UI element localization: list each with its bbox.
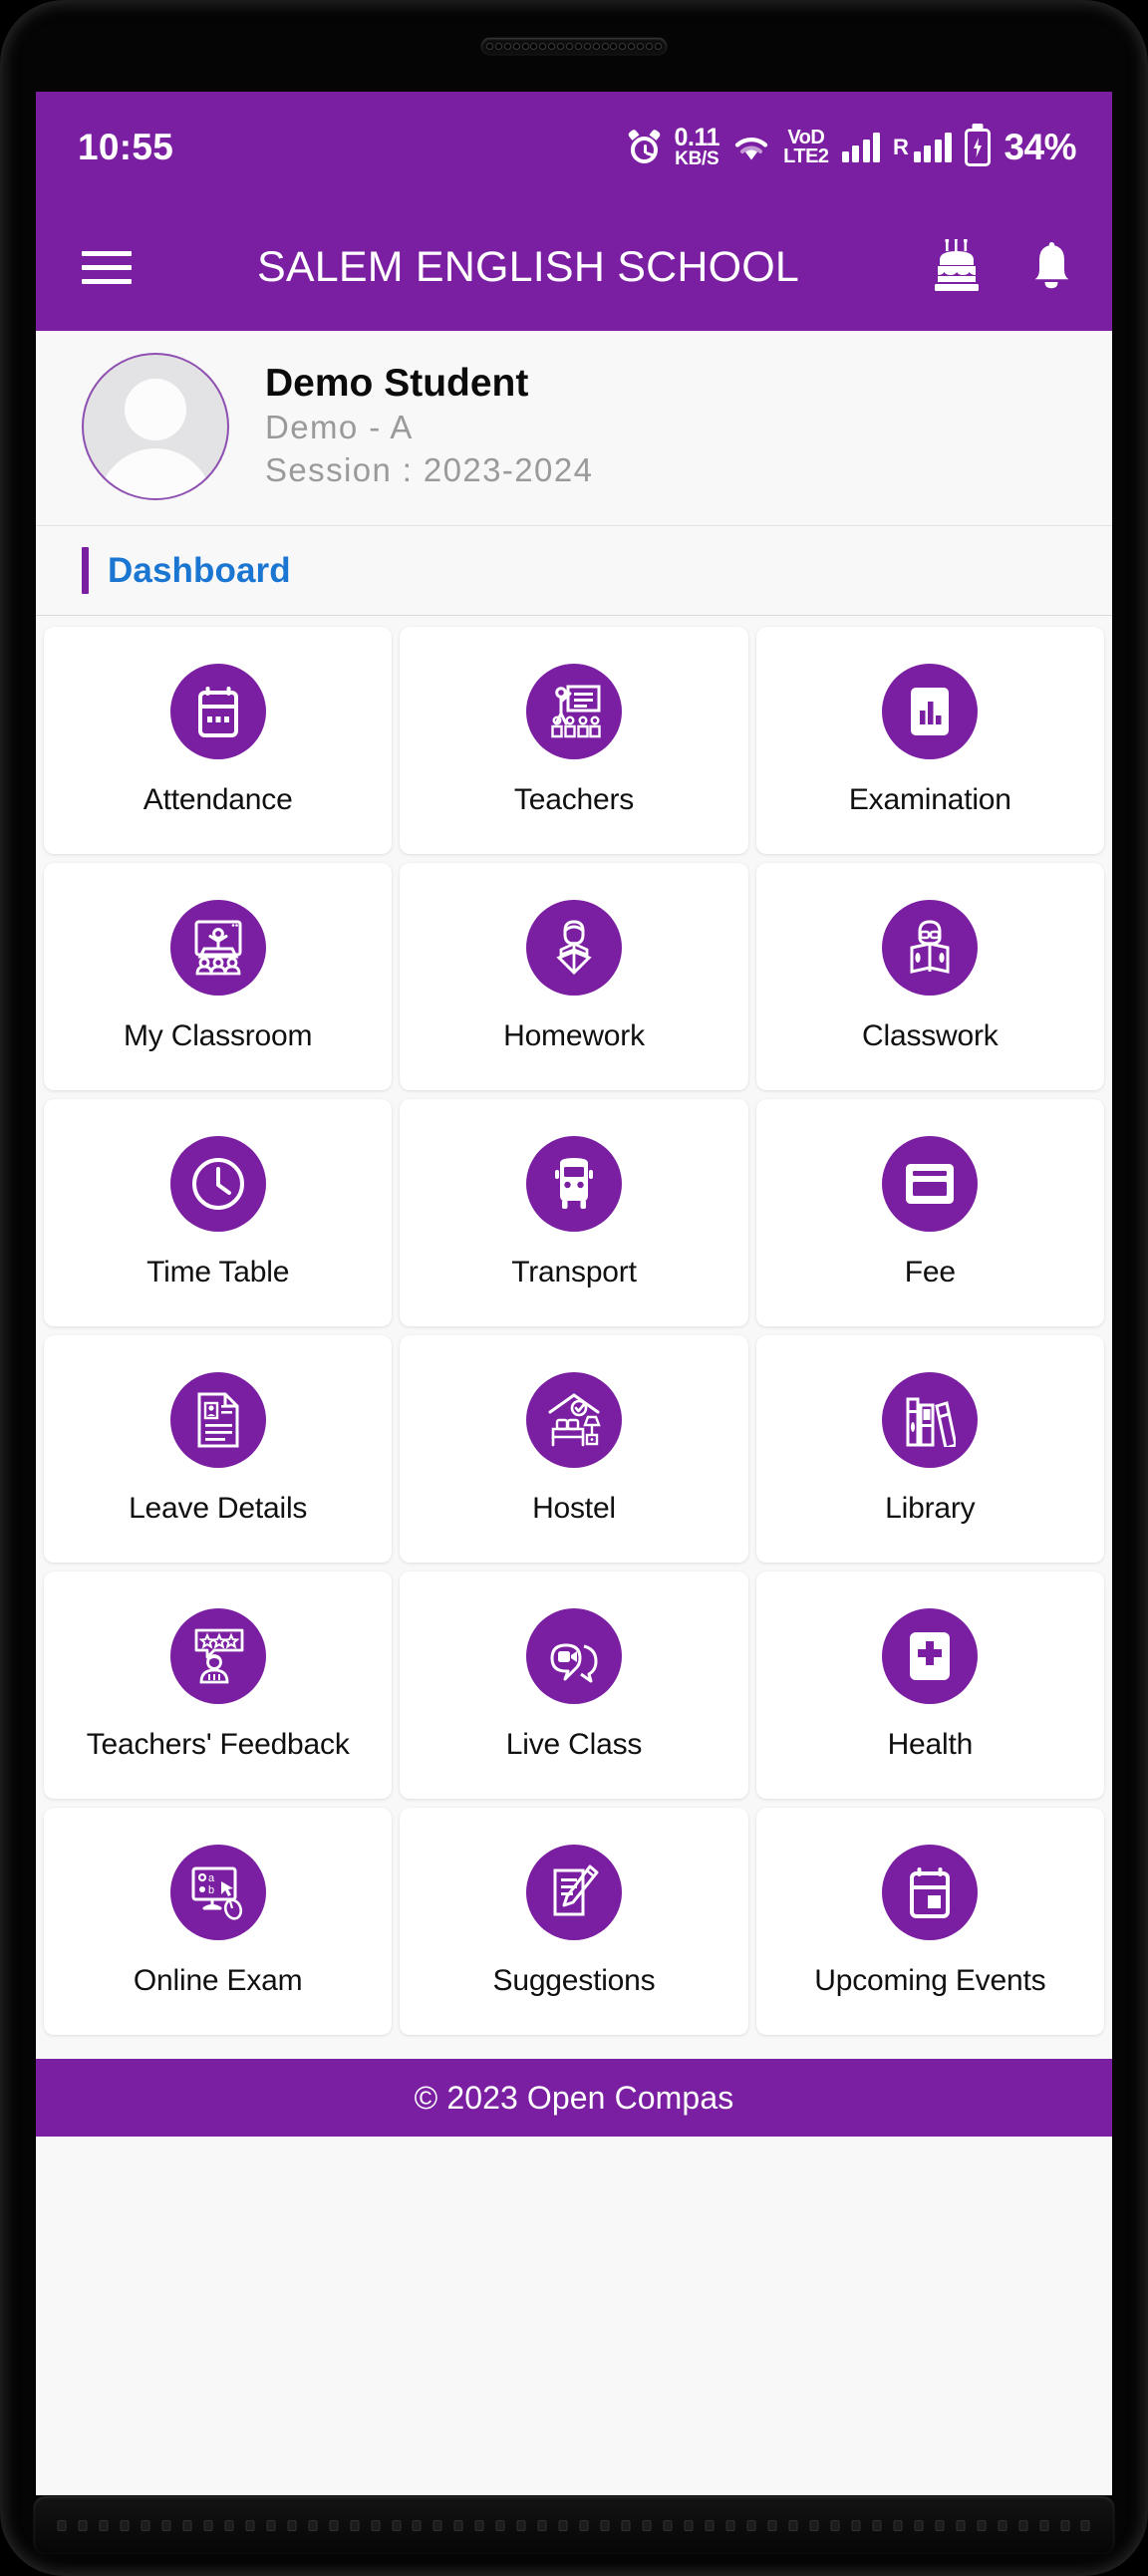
device-frame: 10:55 0.11 KB/S VoD LTE2 R 34% SALEM ENG… <box>0 0 1148 2576</box>
tile-hostel[interactable]: Hostel <box>400 1335 748 1563</box>
tile-teachers-feedback[interactable]: Teachers' Feedback <box>44 1572 393 1799</box>
tile-label: Health <box>887 1728 974 1761</box>
tile-library[interactable]: Library <box>755 1335 1104 1563</box>
network-speed-value: 0.11 <box>674 124 720 152</box>
tile-health[interactable]: Health <box>755 1572 1104 1799</box>
events-calendar-icon <box>882 1845 979 1940</box>
tile-time-table[interactable]: Time Table <box>44 1099 393 1326</box>
tile-label: Library <box>885 1492 976 1525</box>
svg-text:a: a <box>208 1872 215 1884</box>
tile-transport[interactable]: Transport <box>400 1099 748 1326</box>
phone-screen: 10:55 0.11 KB/S VoD LTE2 R 34% SALEM ENG… <box>36 92 1112 2495</box>
bottom-speaker-grille <box>33 2496 1115 2554</box>
hostel-bed-icon <box>525 1372 622 1468</box>
student-class: Demo - A <box>265 409 414 446</box>
tile-label: My Classroom <box>124 1019 313 1052</box>
document-profile-icon <box>169 1372 266 1468</box>
video-chat-icon <box>525 1608 622 1704</box>
footer-bar: © 2023 Open Compas <box>36 2059 1112 2137</box>
notification-bell-icon[interactable] <box>1028 240 1074 294</box>
copyright-text: © 2023 Open Compas <box>414 2079 734 2116</box>
tile-label: Live Class <box>505 1728 643 1761</box>
app-title: SALEM ENGLISH SCHOOL <box>256 242 800 291</box>
tile-live-class[interactable]: Live Class <box>400 1572 748 1799</box>
battery-charging-icon <box>965 128 992 166</box>
tile-label: Suggestions <box>492 1964 656 1997</box>
tile-label: Teachers <box>513 783 635 816</box>
alarm-icon <box>627 129 662 164</box>
roaming-label: R <box>893 134 909 159</box>
student-name: Demo Student <box>265 361 529 405</box>
profile-text-block: Demo Student Demo - A Session : 2023-202… <box>265 360 593 492</box>
pencil-note-icon <box>525 1845 622 1940</box>
tile-teachers[interactable]: Teachers <box>400 627 748 854</box>
books-shelf-icon <box>882 1372 979 1468</box>
network-speed-unit: KB/S <box>675 147 719 169</box>
default-avatar-icon[interactable] <box>82 352 229 500</box>
signal-bars-secondary-icon <box>913 132 953 162</box>
volte-icon: VoD LTE2 <box>783 128 829 167</box>
status-clock: 10:55 <box>78 127 174 167</box>
dashboard-tile-grid: Attendance Teachers Examination My Class… <box>36 616 1112 2045</box>
app-bar-actions <box>935 239 1074 295</box>
tile-leave-details[interactable]: Leave Details <box>44 1335 393 1563</box>
section-accent-bar <box>82 547 89 594</box>
earpiece-speaker-grille <box>481 38 667 55</box>
clock-icon <box>169 1136 266 1232</box>
star-rating-feedback-icon <box>169 1608 266 1704</box>
tile-label: Transport <box>511 1256 637 1288</box>
signal-bars-icon <box>841 132 881 162</box>
tile-my-classroom[interactable]: My Classroom <box>44 863 393 1090</box>
student-session: Session : 2023-2024 <box>265 451 594 489</box>
status-bar: 10:55 0.11 KB/S VoD LTE2 R 34% <box>36 92 1112 203</box>
exam-chart-icon <box>882 664 979 759</box>
tile-classwork[interactable]: Classwork <box>755 863 1104 1090</box>
tile-online-exam[interactable]: a b Online Exam <box>44 1808 393 2035</box>
tile-label: Classwork <box>862 1019 999 1052</box>
tile-attendance[interactable]: Attendance <box>44 627 393 854</box>
bus-icon <box>525 1136 622 1232</box>
network-speed-indicator: 0.11 KB/S <box>674 126 719 168</box>
tile-label: Homework <box>503 1019 645 1052</box>
tile-fee[interactable]: Fee <box>755 1099 1104 1326</box>
tile-suggestions[interactable]: Suggestions <box>400 1808 748 2035</box>
page-title: Dashboard <box>108 550 291 590</box>
roaming-signal-icon: R <box>893 132 953 162</box>
tile-label: Online Exam <box>133 1964 303 1997</box>
tile-label: Hostel <box>532 1492 616 1525</box>
monitor-mouse-icon: a b <box>169 1845 266 1940</box>
classroom-presentation-icon <box>169 900 266 996</box>
tile-label: Leave Details <box>129 1492 308 1525</box>
student-profile-header: Demo Student Demo - A Session : 2023-202… <box>36 331 1112 526</box>
open-book-reader-icon <box>882 900 979 996</box>
volte-label-bottom: LTE2 <box>783 144 829 167</box>
tile-label: Attendance <box>143 783 293 816</box>
tile-label: Fee <box>904 1256 956 1288</box>
wifi-icon <box>735 138 768 160</box>
credit-card-icon <box>882 1136 979 1232</box>
teacher-board-icon <box>525 664 622 759</box>
dashboard-section-header: Dashboard <box>36 526 1112 616</box>
birthday-cake-icon[interactable] <box>935 239 989 295</box>
battery-percent-label: 34% <box>1004 126 1076 167</box>
tile-examination[interactable]: Examination <box>755 627 1104 854</box>
tile-upcoming-events[interactable]: Upcoming Events <box>755 1808 1104 2035</box>
calendar-icon <box>169 664 266 759</box>
student-reading-icon <box>525 900 622 996</box>
tile-label: Upcoming Events <box>814 1964 1046 1997</box>
status-icon-tray: 0.11 KB/S VoD LTE2 R 34% <box>627 126 1076 168</box>
tile-label: Time Table <box>146 1256 290 1288</box>
app-bar: SALEM ENGLISH SCHOOL <box>36 203 1112 331</box>
medical-cross-icon <box>882 1608 979 1704</box>
tile-label: Examination <box>848 783 1011 816</box>
tile-label: Teachers' Feedback <box>86 1728 350 1761</box>
svg-text:b: b <box>208 1884 214 1896</box>
tile-homework[interactable]: Homework <box>400 863 748 1090</box>
